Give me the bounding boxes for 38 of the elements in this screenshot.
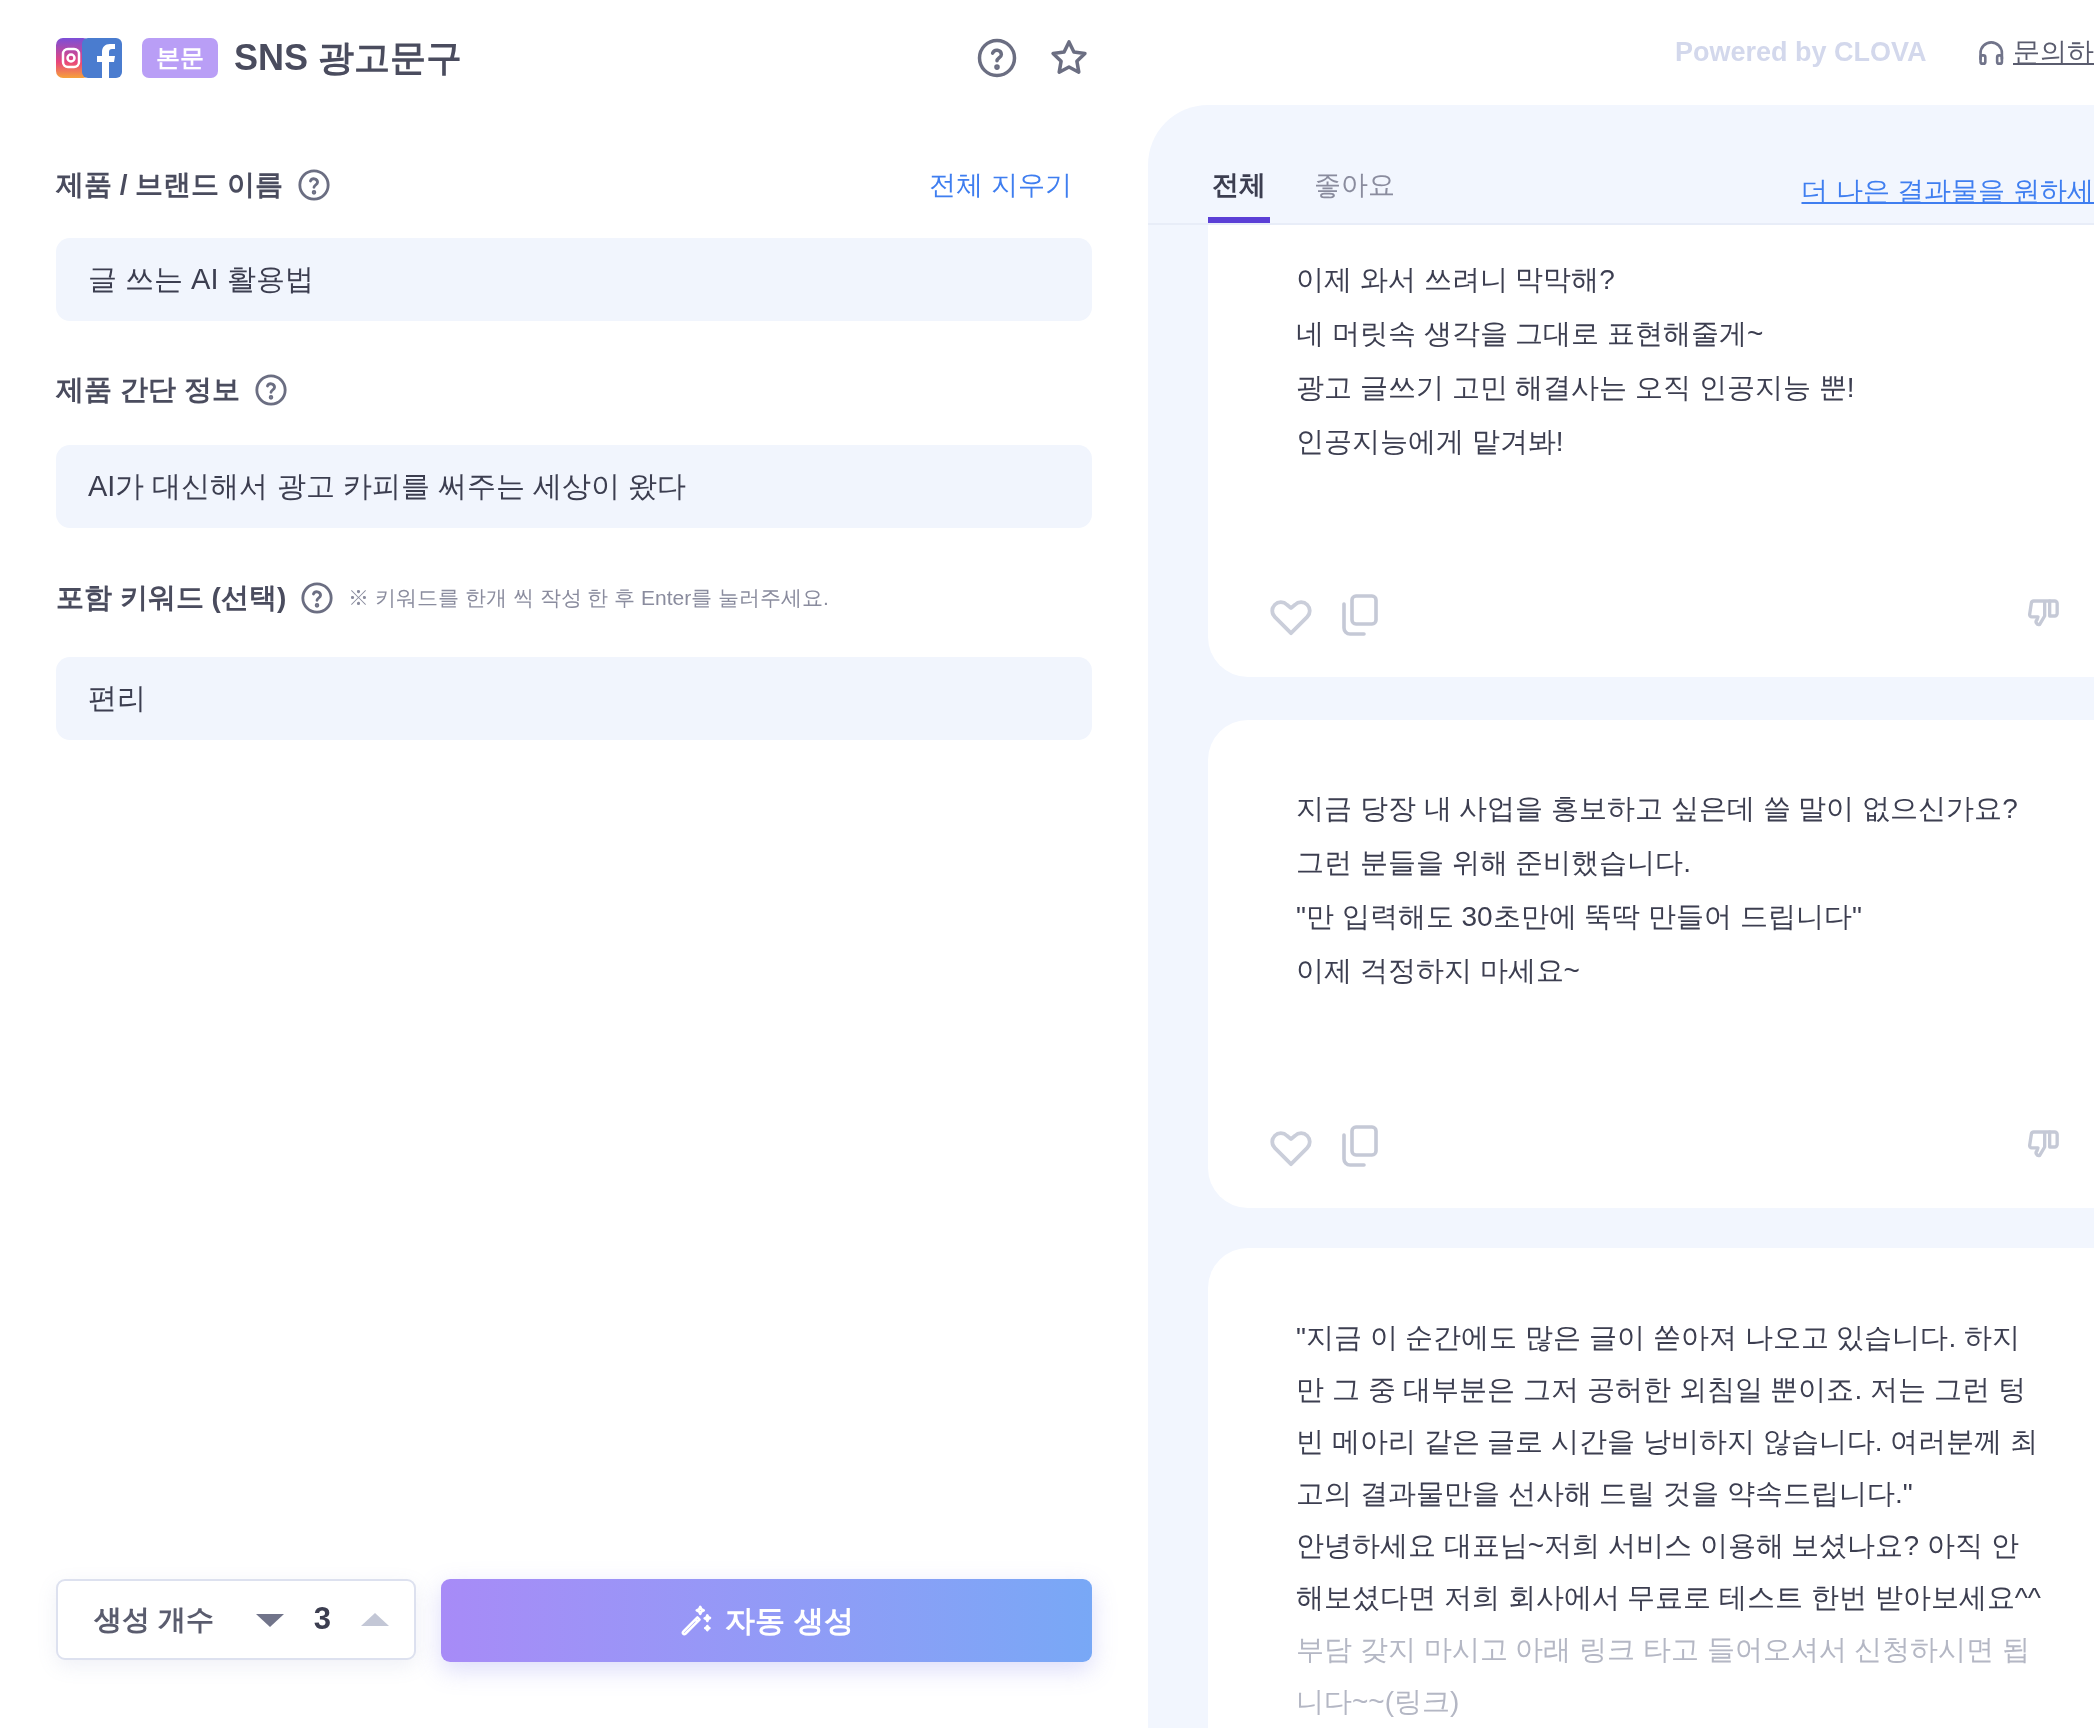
help-icon[interactable]	[297, 168, 332, 202]
result-text: 지금 당장 내 사업을 홍보하고 싶은데 쓸 말이 없으신가요?	[1295, 792, 2019, 826]
contact-link[interactable]: 문의하	[2013, 32, 2094, 73]
result-text: 네 머릿속 생각을 그대로 표현해줄게~	[1295, 317, 1765, 351]
input-field[interactable]: AI가 대신해서 광고 카피를 써주는 세상이 왔다	[56, 445, 1092, 528]
better-results-link[interactable]: 더 나은 결과물을 원하세	[1801, 171, 2094, 212]
input-field[interactable]: 편리	[56, 657, 1092, 740]
badge: 본문	[142, 37, 218, 78]
result-text: 부담 갖지 마시고 아래 링크 타고 들어오셔서 신청하시면 됩	[1295, 1633, 2032, 1667]
count-value: 3	[313, 1600, 332, 1639]
result-text: 이제 와서 쓰려니 막막해?	[1295, 263, 1616, 297]
page-title: SNS 광고문구	[234, 35, 463, 80]
input-field[interactable]: 글 쓰는 AI 활용법	[56, 238, 1092, 321]
help-icon[interactable]	[976, 36, 1018, 79]
result-text: 광고 글쓰기 고민 해결사는 오직 인공지능 뿐!	[1295, 371, 1856, 405]
result-text: 이제 걱정하지 마세요~	[1295, 954, 1581, 988]
result-text: 니다~~(링크)	[1295, 1685, 1461, 1719]
result-text: 안녕하세요 대표님~저희 서비스 이용해 보셨나요? 아직 안	[1295, 1529, 2020, 1563]
result-text: "만 입력해도 30초만에 뚝딱 만들어 드립니다"	[1295, 900, 1863, 934]
decrease-icon[interactable]	[255, 1611, 284, 1628]
clear-all-link[interactable]: 전체 지우기	[929, 164, 1072, 206]
field-label: 제품 / 브랜드 이름	[56, 168, 284, 202]
result-text: 빈 메아리 같은 글로 시간을 낭비하지 않습니다. 여러분께 최	[1295, 1425, 2039, 1459]
result-text: 해보셨다면 저희 회사에서 무료로 테스트 한번 받아보세요^^	[1295, 1581, 2042, 1615]
count-stepper[interactable]: 생성 개수 3	[56, 1579, 416, 1660]
stepper-label: 생성 개수	[94, 1602, 214, 1637]
result-text: "지금 이 순간에도 많은 글이 쏟아져 나오고 있습니다. 하지	[1295, 1321, 2021, 1355]
field-label: 제품 간단 정보	[56, 373, 240, 407]
help-icon[interactable]	[253, 373, 288, 407]
result-text: 그런 분들을 위해 준비했습니다.	[1295, 846, 1693, 880]
magic-wand-icon	[679, 1603, 714, 1638]
hint-text: ※ 키워드를 한개 씩 작성 한 후 Enter를 눌러주세요.	[348, 585, 829, 612]
field-label: 포함 키워드 (선택)	[56, 581, 287, 615]
result-text: 고의 결과물만을 선사해 드릴 것을 약속드립니다."	[1295, 1477, 1914, 1511]
result-text: 만 그 중 대부분은 그저 공허한 외침일 뿐이죠. 저는 그런 텅	[1295, 1373, 2027, 1407]
facebook-icon	[82, 37, 122, 78]
help-icon[interactable]	[300, 581, 335, 615]
result-text: 인공지능에게 맡겨봐!	[1295, 425, 1565, 459]
